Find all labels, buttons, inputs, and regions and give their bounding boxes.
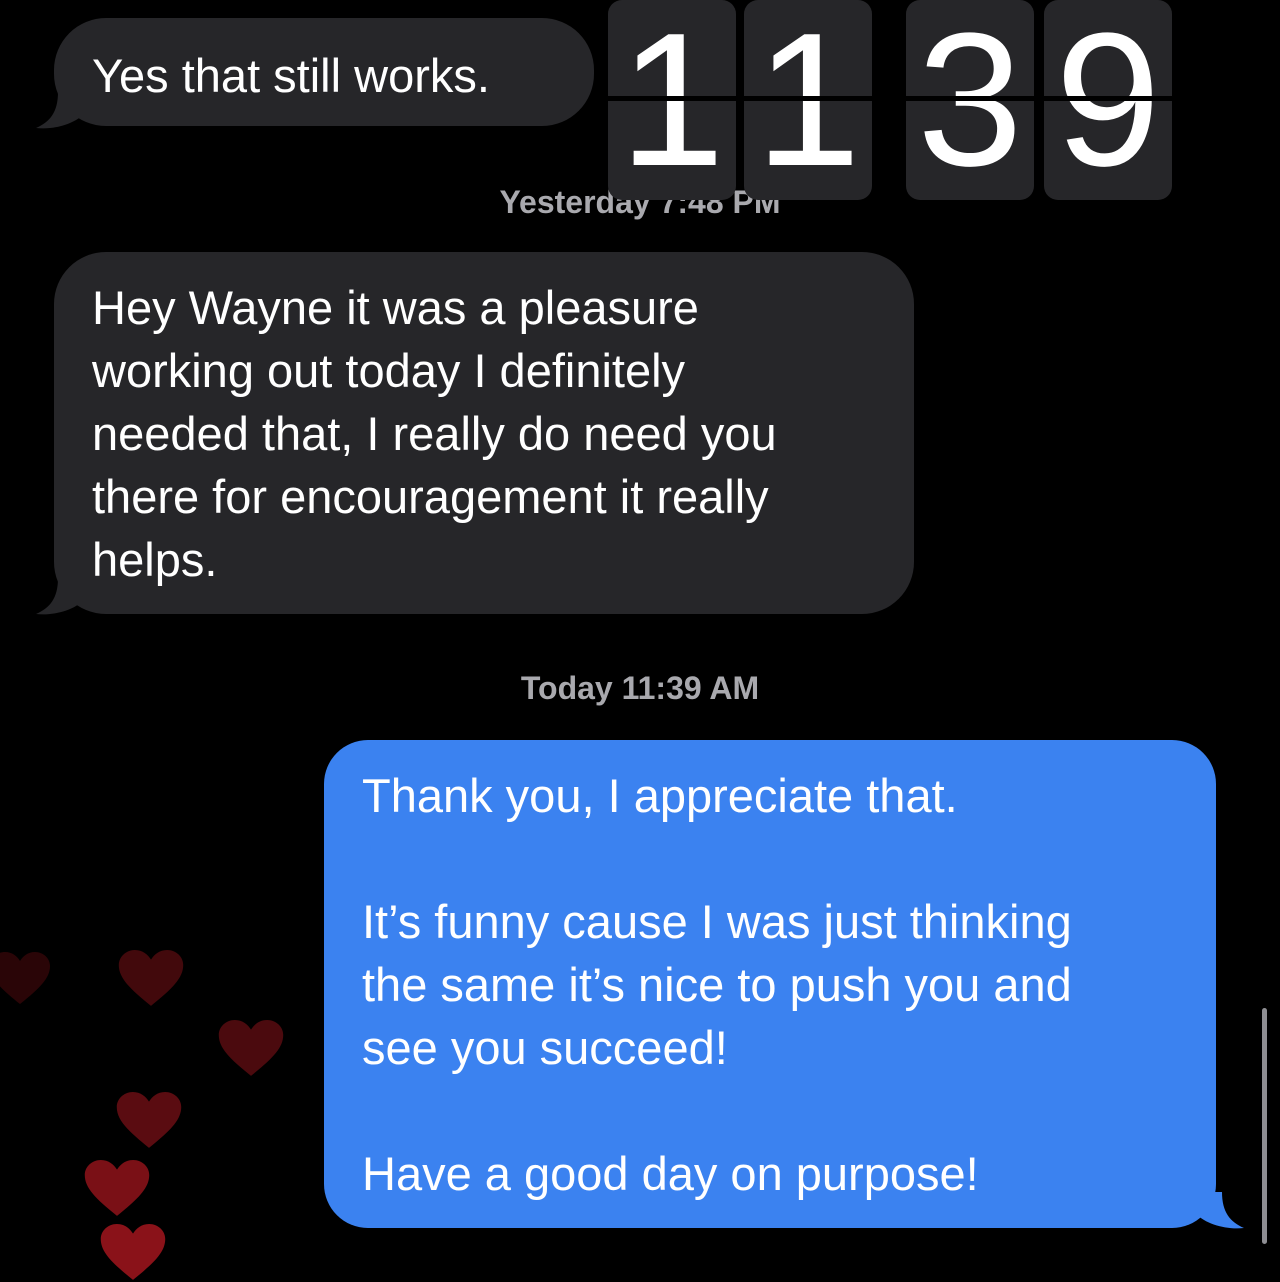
message-text: Hey Wayne it was a pleasure working out … (92, 281, 777, 586)
bubble-tail (1196, 1192, 1244, 1229)
bubble-tail (36, 578, 84, 615)
message-bubble-received[interactable]: Yes that still works. (54, 18, 594, 126)
heart-icon (100, 1224, 166, 1280)
heart-icon (116, 1092, 182, 1148)
bubble-tail (36, 92, 84, 129)
clock-meridiem: AM (631, 136, 674, 200)
clock-digit: 1 AM (608, 0, 736, 200)
timestamp-today: Today 11:39 AM (520, 670, 760, 706)
heart-icon (0, 952, 50, 1004)
heart-icon (218, 1020, 284, 1076)
clock-digit: 3 (906, 0, 1034, 200)
clock-digit: 9 (1044, 0, 1172, 200)
message-bubble-received[interactable]: Hey Wayne it was a pleasure working out … (54, 252, 914, 614)
heart-icon (118, 950, 184, 1006)
heart-icon (84, 1160, 150, 1216)
message-text: Thank you, I appreciate that. It’s funny… (362, 769, 1072, 1200)
message-text: Yes that still works. (92, 49, 490, 102)
flip-clock-overlay: 1 AM 1 3 9 (608, 0, 1176, 200)
message-bubble-sent[interactable]: Thank you, I appreciate that. It’s funny… (324, 740, 1216, 1228)
clock-digit: 1 (744, 0, 872, 200)
scroll-indicator[interactable] (1262, 1008, 1267, 1244)
